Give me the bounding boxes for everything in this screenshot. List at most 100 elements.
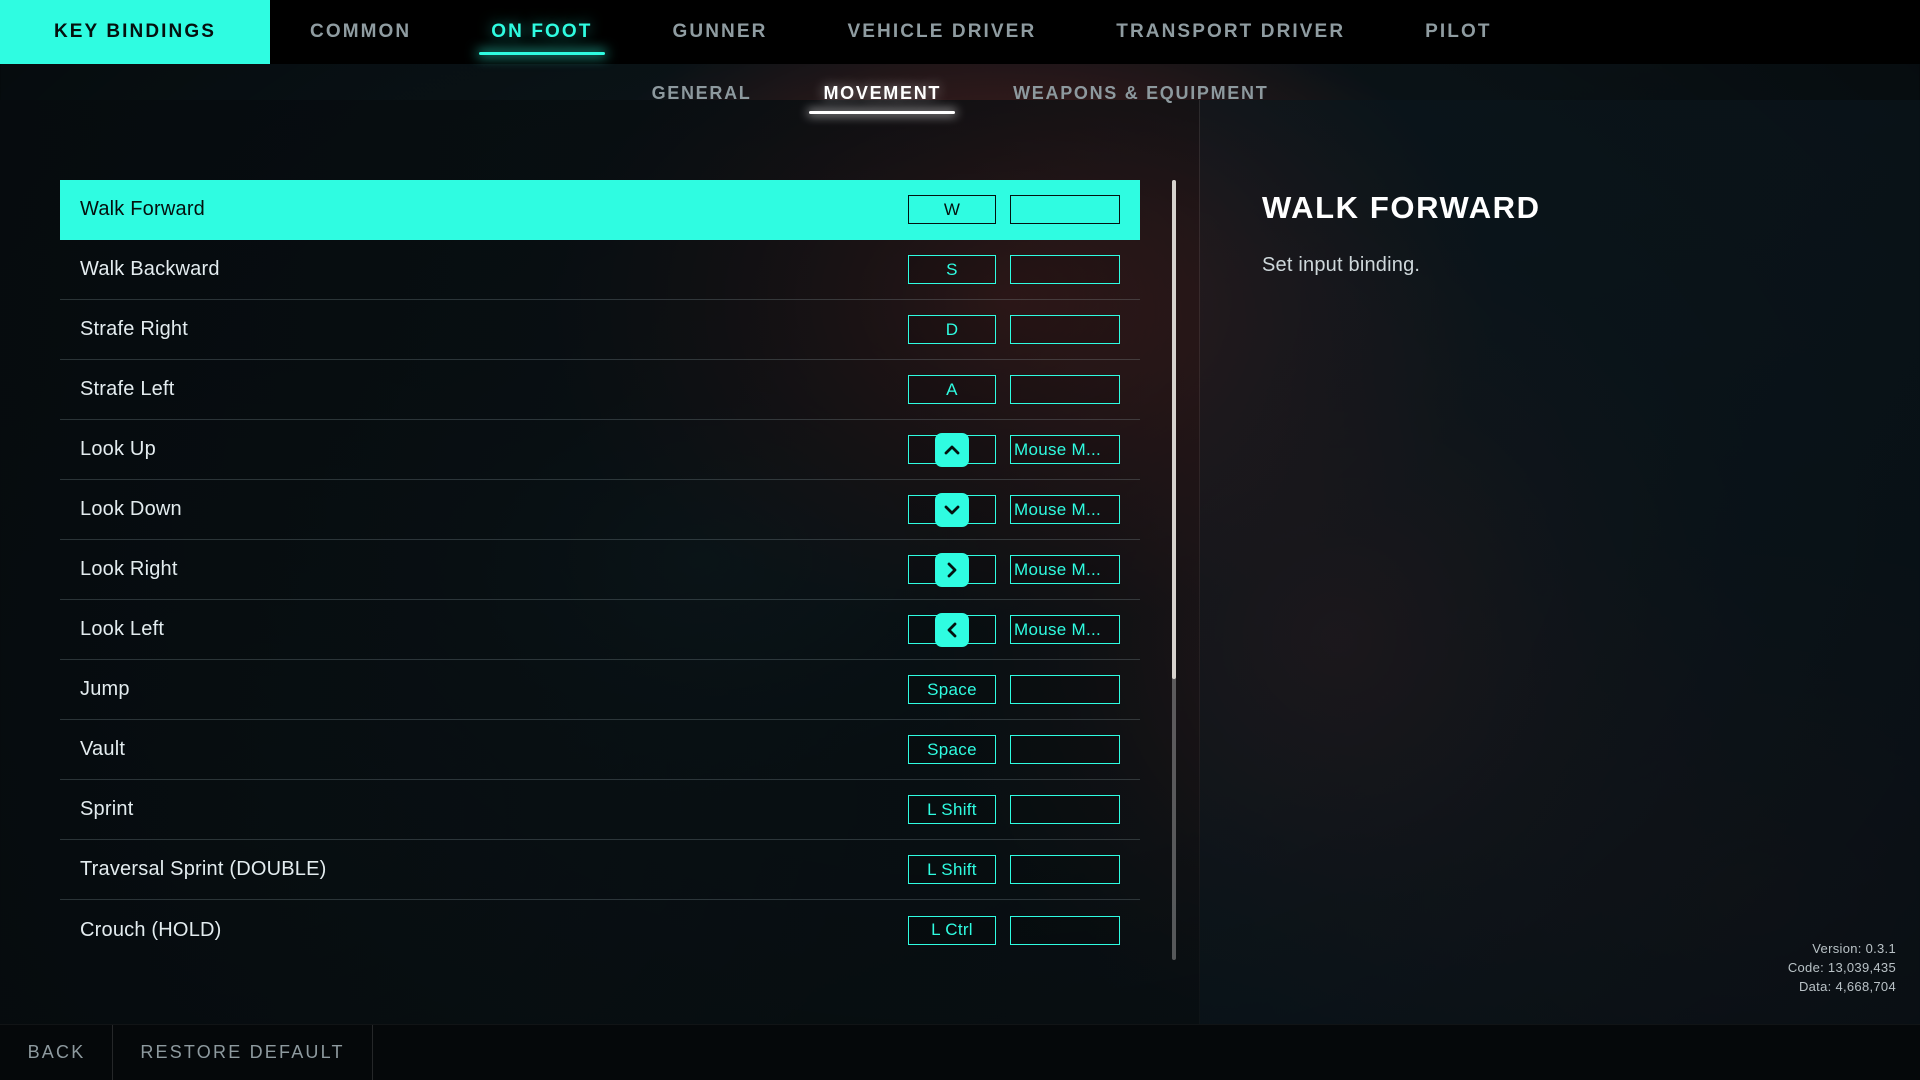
binding-row[interactable]: Sprint L Shift	[60, 780, 1140, 840]
detail-description: Set input binding.	[1262, 254, 1421, 276]
bottom-action-bar: BACK RESTORE DEFAULT	[0, 1024, 1920, 1080]
binding-row[interactable]: Jump Space	[60, 660, 1140, 720]
binding-slots: Mouse M...	[908, 432, 1140, 467]
main-tab-label: VEHICLE DRIVER	[847, 21, 1037, 42]
binding-secondary-slot[interactable]	[1010, 255, 1120, 284]
binding-secondary-value: Mouse M...	[1014, 439, 1102, 459]
binding-action-label: Sprint	[80, 798, 134, 820]
binding-action-label: Vault	[80, 738, 126, 760]
binding-slots: L Shift	[908, 855, 1140, 884]
main-tab-common[interactable]: COMMON	[270, 0, 451, 64]
version-number: Version: 0.3.1	[1812, 941, 1896, 956]
main-tab-gunner[interactable]: GUNNER	[633, 0, 808, 64]
binding-secondary-slot[interactable]	[1010, 915, 1120, 945]
binding-secondary-slot[interactable]	[1010, 855, 1120, 884]
binding-secondary-slot[interactable]: Mouse M...	[1010, 495, 1120, 524]
binding-primary-value: D	[945, 319, 959, 339]
binding-slots: D	[908, 315, 1140, 344]
binding-primary-value: L Shift	[927, 859, 977, 879]
binding-action-label: Look Left	[80, 618, 165, 640]
main-tab-label: TRANSPORT DRIVER	[1116, 21, 1346, 42]
binding-secondary-value: Mouse M...	[1014, 619, 1102, 639]
back-button[interactable]: BACK	[0, 1025, 113, 1080]
binding-action-label: Look Down	[80, 498, 182, 520]
binding-action-label: Traversal Sprint (DOUBLE)	[80, 858, 327, 880]
binding-action-label: Jump	[80, 678, 130, 700]
screen-title: KEY BINDINGS	[0, 0, 270, 64]
list-scrollbar-thumb[interactable]	[1172, 180, 1176, 679]
binding-primary-value: Space	[927, 739, 977, 759]
binding-slots: L Shift	[908, 795, 1140, 824]
detail-panel: WALK FORWARD Set input binding.	[1262, 190, 1862, 277]
main-tab-label: ON FOOT	[491, 21, 593, 42]
binding-row[interactable]: Look Up Mouse M...	[60, 420, 1140, 480]
binding-primary-slot[interactable]: S	[908, 255, 996, 284]
binding-row[interactable]: Traversal Sprint (DOUBLE) L Shift	[60, 840, 1140, 900]
binding-secondary-value: Mouse M...	[1014, 499, 1102, 519]
binding-primary-slot[interactable]	[908, 552, 996, 587]
binding-secondary-slot[interactable]	[1010, 195, 1120, 224]
sub-tab-label: MOVEMENT	[823, 82, 942, 103]
sub-tab-general[interactable]: GENERAL	[616, 64, 788, 122]
binding-row[interactable]: Strafe Right D	[60, 300, 1140, 360]
binding-row[interactable]: Walk Backward S	[60, 240, 1140, 300]
binding-action-label: Walk Forward	[80, 198, 206, 220]
binding-action-label: Look Right	[80, 558, 178, 580]
binding-row[interactable]: Strafe Left A	[60, 360, 1140, 420]
binding-action-label: Strafe Left	[80, 378, 175, 400]
binding-row[interactable]: Look Down Mouse M...	[60, 480, 1140, 540]
binding-secondary-slot[interactable]	[1010, 675, 1120, 704]
binding-primary-slot[interactable]: Space	[908, 735, 996, 764]
binding-row[interactable]: Walk Forward W	[60, 180, 1140, 240]
binding-secondary-slot[interactable]: Mouse M...	[1010, 555, 1120, 584]
binding-secondary-slot[interactable]: Mouse M...	[1010, 435, 1120, 464]
chevron-left-icon	[935, 612, 969, 647]
sub-tab-weapons-equipment[interactable]: WEAPONS & EQUIPMENT	[977, 64, 1304, 122]
binding-primary-slot[interactable]: L Shift	[908, 855, 996, 884]
main-tab-transport-driver[interactable]: TRANSPORT DRIVER	[1076, 0, 1385, 64]
binding-action-label: Walk Backward	[80, 258, 220, 280]
binding-row[interactable]: Crouch (HOLD) L Ctrl	[60, 900, 1140, 960]
main-tab-pilot[interactable]: PILOT	[1385, 0, 1531, 64]
binding-secondary-slot[interactable]: Mouse M...	[1010, 615, 1120, 644]
main-tab-label: COMMON	[310, 21, 412, 42]
binding-action-label: Strafe Right	[80, 318, 189, 340]
main-tab-vehicle-driver[interactable]: VEHICLE DRIVER	[807, 0, 1076, 64]
binding-slots: W	[908, 195, 1140, 224]
sub-tab-list: GENERAL MOVEMENT WEAPONS & EQUIPMENT	[0, 64, 1920, 122]
panel-divider	[1199, 100, 1200, 1080]
binding-primary-slot[interactable]: L Shift	[908, 795, 996, 824]
key-bindings-screen: KEY BINDINGS COMMON ON FOOT GUNNER VEHICLE …	[0, 0, 1920, 1080]
binding-primary-slot[interactable]	[908, 492, 996, 527]
chevron-up-icon	[935, 432, 969, 467]
version-data: Data: 4,668,704	[1798, 979, 1896, 994]
binding-secondary-slot[interactable]	[1010, 795, 1120, 824]
main-tab-label: GUNNER	[672, 21, 768, 42]
sub-tab-movement[interactable]: MOVEMENT	[787, 64, 977, 122]
binding-primary-slot[interactable]: Space	[908, 675, 996, 704]
binding-row[interactable]: Vault Space	[60, 720, 1140, 780]
restore-default-button[interactable]: RESTORE DEFAULT	[113, 1025, 373, 1080]
binding-primary-slot[interactable]: A	[908, 375, 996, 404]
binding-primary-value: L Shift	[927, 799, 977, 819]
binding-slots: Space	[908, 675, 1140, 704]
binding-primary-slot[interactable]: D	[908, 315, 996, 344]
binding-secondary-slot[interactable]	[1010, 735, 1120, 764]
binding-primary-value: A	[946, 379, 958, 399]
binding-slots: S	[908, 255, 1140, 284]
binding-primary-slot[interactable]	[908, 432, 996, 467]
key-bindings-list[interactable]: Walk Forward W Walk Backward S Strafe Right D…	[60, 180, 1140, 960]
binding-primary-slot[interactable]: W	[908, 195, 996, 224]
main-tab-on-foot[interactable]: ON FOOT	[451, 0, 632, 64]
binding-secondary-slot[interactable]	[1010, 375, 1120, 404]
binding-primary-slot[interactable]: L Ctrl	[908, 915, 996, 945]
binding-primary-slot[interactable]	[908, 612, 996, 647]
binding-slots: Mouse M...	[908, 492, 1140, 527]
binding-row[interactable]: Look Left Mouse M...	[60, 600, 1140, 660]
detail-title: WALK FORWARD	[1262, 190, 1541, 225]
binding-row[interactable]: Look Right Mouse M...	[60, 540, 1140, 600]
binding-secondary-slot[interactable]	[1010, 315, 1120, 344]
binding-slots: Mouse M...	[908, 552, 1140, 587]
list-scrollbar[interactable]	[1172, 180, 1176, 960]
binding-action-label: Crouch (HOLD)	[80, 918, 222, 941]
